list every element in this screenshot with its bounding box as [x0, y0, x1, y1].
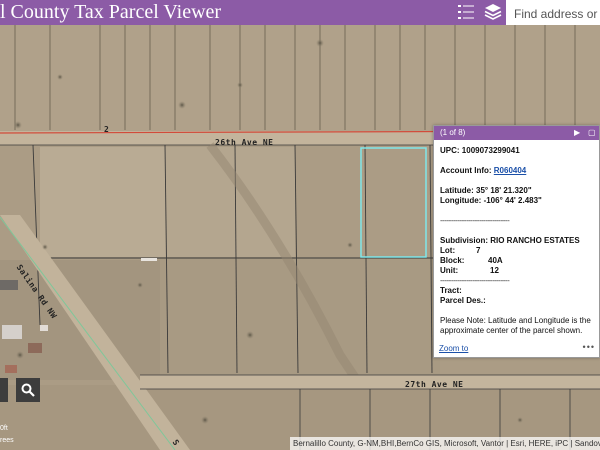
block-label: Block:	[440, 256, 465, 265]
tract-label: Tract:	[440, 286, 462, 295]
popup-footer: Zoom to •••	[439, 342, 595, 356]
parcel-des-label: Parcel Des.:	[440, 296, 486, 305]
layers-icon[interactable]	[483, 2, 503, 22]
trees-text: rees	[0, 437, 14, 444]
home-button[interactable]	[0, 378, 8, 402]
street-label-number: 2	[104, 125, 110, 134]
maximize-icon[interactable]: ▢	[588, 128, 596, 137]
map-attribution: Bernalillo County, G-NM,BHI,BernCo GIS, …	[290, 437, 600, 450]
latitude-label: Latitude:	[440, 186, 474, 195]
street-label-27th-ave: 27th Ave NE	[405, 380, 464, 389]
separator-2: --------------------------------	[440, 276, 510, 285]
account-link[interactable]: R060404	[494, 166, 526, 175]
popup-note: Please Note: Latitude and Longitude is t…	[440, 316, 591, 335]
longitude-value: -106° 44' 2.483"	[483, 196, 542, 205]
popup-body: UPC: 1009073299041 Account Info: R060404…	[440, 146, 599, 344]
unit-label: Unit:	[440, 266, 459, 275]
app-header: l County Tax Parcel Viewer	[0, 0, 600, 25]
more-icon[interactable]: •••	[583, 342, 595, 352]
upc-label: UPC:	[440, 146, 460, 155]
parcel-popup: (1 of 8) ▶ ▢ UPC: 1009073299041 Account …	[433, 125, 600, 358]
list-icon[interactable]	[456, 2, 476, 22]
lot-value: 7	[476, 246, 481, 255]
next-icon[interactable]: ▶	[574, 128, 580, 137]
popup-header: (1 of 8) ▶ ▢	[434, 126, 599, 140]
longitude-label: Longitude:	[440, 196, 482, 205]
subdivision-label: Subdivision:	[440, 236, 488, 245]
scale-text: 0ft	[0, 425, 8, 432]
search-box[interactable]	[506, 0, 600, 25]
search-input[interactable]	[514, 7, 600, 21]
lot-label: Lot:	[440, 246, 456, 255]
block-value: 40A	[488, 256, 503, 265]
app-title: l County Tax Parcel Viewer	[0, 1, 222, 23]
map-search-button[interactable]	[16, 378, 40, 402]
street-label-26th-ave: 26th Ave NE	[215, 138, 274, 147]
subdivision-value: RIO RANCHO ESTATES	[490, 236, 580, 245]
account-label: Account Info:	[440, 166, 492, 175]
search-icon	[21, 383, 35, 397]
latitude-value: 35° 18' 21.320"	[476, 186, 532, 195]
zoom-to-link[interactable]: Zoom to	[439, 344, 468, 353]
unit-value: 12	[490, 266, 499, 275]
upc-value: 1009073299041	[461, 146, 520, 155]
popup-counter: (1 of 8)	[440, 128, 466, 137]
separator: --------------------------------	[440, 216, 510, 225]
